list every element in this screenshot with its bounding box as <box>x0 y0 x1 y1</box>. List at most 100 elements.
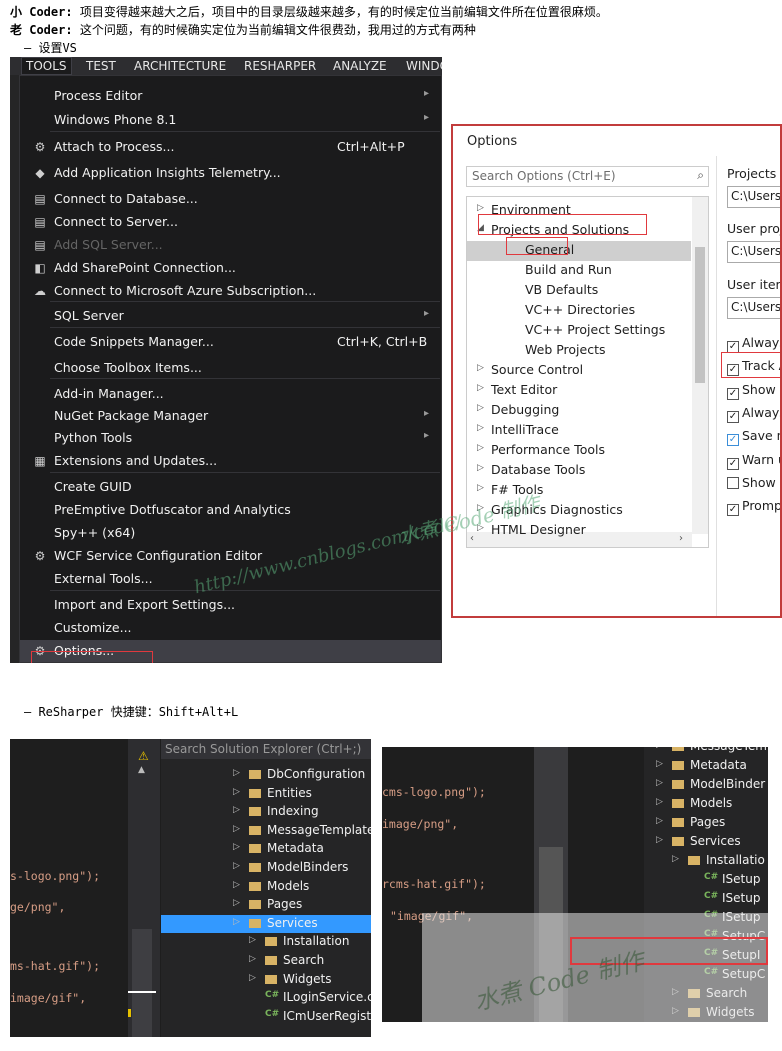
menu-item-python-tools[interactable]: Python Tools ▸ <box>20 427 441 449</box>
menu-item-connect-to-microsoft-azure-subscription[interactable]: ☁ Connect to Microsoft Azure Subscription… <box>20 280 441 302</box>
scroll-thumb[interactable] <box>695 247 705 383</box>
expand-icon[interactable]: ▷ <box>233 880 240 890</box>
expand-icon[interactable]: ▷ <box>477 383 484 393</box>
menu-item-create-guid[interactable]: Create GUID <box>20 476 441 498</box>
solution-search-input[interactable]: Search Solution Explorer (Ctrl+;) <box>161 739 371 759</box>
folder-node[interactable]: ▷ Services <box>644 833 768 851</box>
menu-tools[interactable]: TOOLS <box>21 57 72 75</box>
tree-node-performance-tools[interactable]: ▷ Performance Tools <box>467 441 691 461</box>
menu-item-sql-server[interactable]: SQL Server ▸ <box>20 305 441 327</box>
menu-item-add-sql-server[interactable]: ▤ Add SQL Server... <box>20 234 441 256</box>
menu-item-add-application-insights-telemetry[interactable]: ◆ Add Application Insights Telemetry... <box>20 162 441 184</box>
tree-node-web-projects[interactable]: Web Projects <box>467 341 691 361</box>
tree-node-text-editor[interactable]: ▷ Text Editor <box>467 381 691 401</box>
expand-icon[interactable]: ▷ <box>477 363 484 373</box>
expand-icon[interactable]: ▷ <box>656 816 663 826</box>
expand-icon[interactable]: ▷ <box>233 917 240 927</box>
expand-icon[interactable]: ▷ <box>477 203 484 213</box>
file-node[interactable]: C# ILoginService.cs <box>161 989 371 1007</box>
expand-icon[interactable]: ▷ <box>249 973 256 983</box>
expand-icon[interactable]: ▷ <box>477 483 484 493</box>
expand-icon[interactable]: ▷ <box>656 759 663 769</box>
file-node[interactable]: C#ICmUserRegisterer <box>161 1008 371 1026</box>
editor-scrollbar[interactable]: ⚠ ▲ <box>128 739 160 1037</box>
menu-item-connect-to-server[interactable]: ▤ Connect to Server... <box>20 211 441 233</box>
path-input[interactable]: C:\Users\ <box>727 241 780 263</box>
expand-icon[interactable]: ▷ <box>477 463 484 473</box>
folder-node[interactable]: ▷ MessageTemplates <box>161 822 371 840</box>
expand-icon[interactable]: ▷ <box>477 403 484 413</box>
option-checkbox[interactable]: ✓ Warn u <box>727 452 780 470</box>
menu-architecture[interactable]: ARCHITECTURE <box>134 59 226 73</box>
scroll-up-icon[interactable]: ▲ <box>138 765 145 775</box>
expand-icon[interactable]: ▷ <box>656 797 663 807</box>
expand-icon[interactable]: ▷ <box>249 935 256 945</box>
folder-node[interactable]: ▷ Models <box>644 795 768 813</box>
menu-item-windows-phone-8-1[interactable]: Windows Phone 8.1 ▸ <box>20 109 441 131</box>
folder-node[interactable]: ▷ Models <box>161 878 371 896</box>
tree-node-vb-defaults[interactable]: VB Defaults <box>467 281 691 301</box>
expand-icon[interactable]: ▷ <box>233 805 240 815</box>
expand-icon[interactable]: ▷ <box>477 423 484 433</box>
expand-icon[interactable]: ▷ <box>656 747 663 750</box>
expand-icon[interactable]: ▷ <box>233 768 240 778</box>
folder-node[interactable]: ▷ Widgets <box>161 971 371 989</box>
expand-icon[interactable]: ▷ <box>672 854 679 864</box>
folder-node[interactable]: ▷ Search <box>161 952 371 970</box>
options-search-input[interactable]: Search Options (Ctrl+E) ⌕ <box>466 166 709 187</box>
folder-node[interactable]: ▷ ModelBinders <box>161 859 371 877</box>
tree-node-source-control[interactable]: ▷ Source Control <box>467 361 691 381</box>
option-checkbox[interactable]: ✓ Always <box>727 405 780 423</box>
tree-node-general[interactable]: General <box>467 241 691 261</box>
option-checkbox[interactable]: ✓Save ne <box>727 428 780 446</box>
folder-node[interactable]: ▷ ModelBinder <box>644 776 768 794</box>
folder-node[interactable]: ▷ Metadata <box>161 840 371 858</box>
menu-item-add-sharepoint-connection[interactable]: ◧ Add SharePoint Connection... <box>20 257 441 279</box>
menu-item-extensions-and-updates[interactable]: ▦ Extensions and Updates... <box>20 450 441 472</box>
menu-resharper[interactable]: RESHARPER <box>244 59 316 73</box>
menu-item-add-in-manager[interactable]: Add-in Manager... <box>20 383 441 405</box>
folder-node[interactable]: ▷ Pages <box>644 814 768 832</box>
expand-icon[interactable]: ▷ <box>233 787 240 797</box>
checkbox-icon[interactable]: ✓ <box>727 434 739 446</box>
folder-node[interactable]: ▷ DbConfiguration <box>161 766 371 784</box>
checkbox-icon[interactable]: ✓ <box>727 388 739 400</box>
checkbox-icon[interactable]: ✓ <box>727 458 739 470</box>
option-checkbox[interactable]: ✓Prompt <box>727 498 780 516</box>
folder-node[interactable]: ▷ Indexing <box>161 803 371 821</box>
path-input[interactable]: C:\Users\ <box>727 186 780 208</box>
path-input[interactable]: C:\Users\ <box>727 297 780 319</box>
checkbox-icon[interactable] <box>727 477 739 489</box>
menu-item-attach-to-process[interactable]: ⚙ Attach to Process... Ctrl+Alt+P <box>20 136 441 158</box>
menu-item-preemptive-dotfuscator-and-analytics[interactable]: PreEmptive Dotfuscator and Analytics <box>20 499 441 521</box>
folder-node[interactable]: ▷ Installation <box>161 933 371 951</box>
folder-node[interactable]: ▷ Installatio <box>644 852 768 870</box>
checkbox-icon[interactable]: ✓ <box>727 504 739 516</box>
menu-item-import-and-export-settings[interactable]: Import and Export Settings... <box>20 594 441 616</box>
menu-window[interactable]: WINDO <box>406 59 442 73</box>
tree-vertical-scrollbar[interactable] <box>692 197 708 534</box>
expand-icon[interactable]: ▷ <box>656 778 663 788</box>
tree-node-debugging[interactable]: ▷ Debugging <box>467 401 691 421</box>
checkbox-icon[interactable]: ✓ <box>727 411 739 423</box>
expand-icon[interactable]: ▷ <box>477 443 484 453</box>
expand-icon[interactable]: ▷ <box>233 842 240 852</box>
file-node[interactable]: C#ISetup <box>644 890 768 908</box>
folder-node[interactable]: ▷ Services <box>161 914 371 933</box>
option-checkbox[interactable]: Show C <box>727 475 780 490</box>
scroll-thumb[interactable] <box>132 929 152 1037</box>
tree-node-build-and-run[interactable]: Build and Run <box>467 261 691 281</box>
menu-item-connect-to-database[interactable]: ▤ Connect to Database... <box>20 188 441 210</box>
folder-node[interactable]: ▷ Metadata <box>644 757 768 775</box>
folder-node[interactable]: ▷ Entities <box>161 785 371 803</box>
expand-icon[interactable]: ▷ <box>233 861 240 871</box>
menu-item-code-snippets-manager[interactable]: Code Snippets Manager... Ctrl+K, Ctrl+B <box>20 331 441 353</box>
option-checkbox[interactable]: ✓ Always <box>727 335 780 353</box>
file-node[interactable]: C#ISetup <box>644 871 768 889</box>
folder-node[interactable]: ▷ MessageTem <box>644 747 768 756</box>
menu-item-nuget-package-manager[interactable]: NuGet Package Manager ▸ <box>20 405 441 427</box>
menu-item-customize[interactable]: Customize... <box>20 617 441 639</box>
option-checkbox[interactable]: ✓Show a <box>727 382 780 400</box>
menu-analyze[interactable]: ANALYZE <box>333 59 387 73</box>
menu-item-process-editor[interactable]: Process Editor ▸ <box>20 85 441 107</box>
